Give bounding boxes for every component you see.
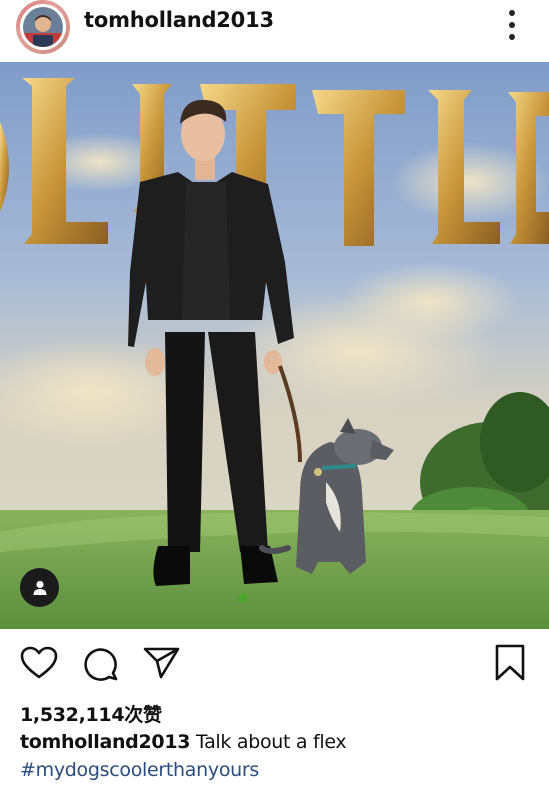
caption: tomholland2013 Talk about a flex [20,731,347,753]
comment-icon[interactable] [83,646,119,682]
avatar-photo [23,7,63,47]
more-options-icon[interactable] [503,10,521,40]
bookmark-icon[interactable] [494,644,526,682]
action-bar [0,629,549,695]
post-photo[interactable] [0,62,549,629]
instagram-post: tomholland2013 1,532,114次赞 tomholland201… [0,0,549,789]
caption-text: Talk about a flex [195,731,347,753]
hashtag-link[interactable]: #mydogscoolerthanyours [20,759,259,781]
user-tags-button[interactable] [20,568,59,607]
post-username[interactable]: tomholland2013 [84,8,274,32]
caption-username[interactable]: tomholland2013 [20,731,190,753]
heart-icon[interactable] [20,646,58,680]
post-header: tomholland2013 [0,0,549,62]
avatar[interactable] [16,0,70,54]
send-icon[interactable] [143,646,181,680]
likes-count[interactable]: 1,532,114次赞 [20,700,162,727]
user-tag-icon [33,580,46,595]
